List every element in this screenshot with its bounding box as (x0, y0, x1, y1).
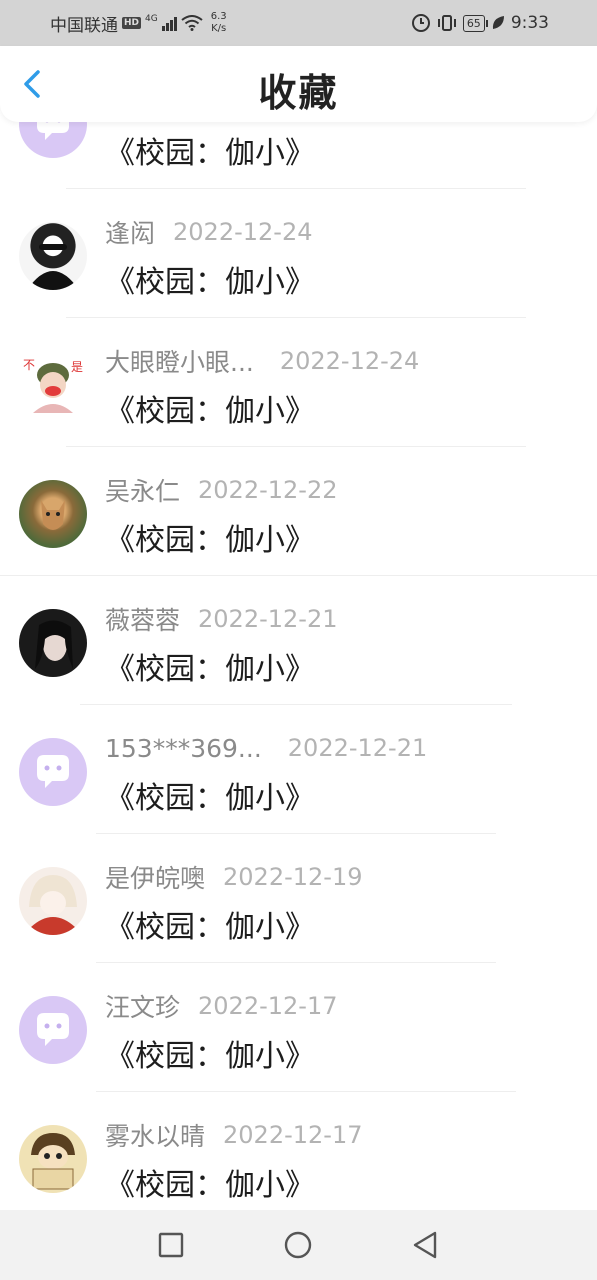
anime-girl-avatar (19, 867, 87, 935)
svg-text:是: 是 (71, 360, 83, 374)
favorite-date: 2022-12-24 (173, 218, 313, 246)
work-title: 《校园：伽小》 (105, 1168, 315, 1203)
work-title: 《校园：伽小》 (105, 136, 315, 171)
default-chat-avatar (19, 996, 87, 1064)
list-item[interactable]: 逢闳 2022-12-24 《校园：伽小》 (0, 189, 597, 318)
cartoon-helmet-avatar: 不是 (19, 351, 87, 419)
circle-icon (284, 1231, 312, 1259)
user-name: 薇蓉蓉 (105, 606, 181, 635)
work-title: 《校园：伽小》 (105, 910, 315, 945)
photo-girl-avatar (19, 609, 87, 677)
leaf-icon (492, 16, 504, 29)
favorite-date: 2022-12-17 (198, 992, 338, 1020)
photo-cougar-avatar (19, 480, 87, 548)
item-meta: 是伊皖噢 2022-12-19 (105, 859, 363, 895)
user-name: 大眼瞪小眼... (105, 348, 254, 377)
system-nav-bar (0, 1210, 597, 1280)
status-left: 中国联通 HD 4G 6.3 K/s (50, 0, 227, 46)
speed-readout: 6.3 K/s (211, 11, 227, 35)
home-button[interactable] (283, 1230, 313, 1260)
favorite-date: 2022-12-21 (287, 734, 428, 762)
favorite-date: 2022-12-19 (223, 863, 363, 891)
signal-icon (161, 15, 177, 31)
work-title: 《校园：伽小》 (105, 394, 315, 429)
svg-text:不: 不 (23, 358, 35, 372)
network-label: 4G (145, 14, 158, 24)
user-name: 逢闳 (105, 219, 156, 248)
speed-value: 6.3 (210, 11, 227, 22)
recents-button[interactable] (156, 1230, 186, 1260)
list-item[interactable]: 雾水以晴 2022-12-17 《校园：伽小》 (0, 1092, 597, 1221)
work-title: 《校园：伽小》 (105, 781, 315, 816)
speed-unit: K/s (211, 23, 227, 34)
work-title: 《校园：伽小》 (105, 652, 315, 687)
user-name: 汪文珍 (105, 993, 181, 1022)
user-name: 是伊皖噢 (105, 864, 206, 893)
work-title: 《校园：伽小》 (105, 523, 315, 558)
status-bar: 中国联通 HD 4G 6.3 K/s 65 9:33 (0, 0, 597, 46)
cartoon-sign-avatar (19, 1125, 87, 1193)
vibrate-icon (437, 15, 456, 31)
status-right: 65 9:33 (411, 0, 549, 46)
triangle-back-icon (413, 1231, 437, 1259)
favorite-date: 2022-12-22 (198, 476, 338, 504)
item-meta: 逢闳 2022-12-24 (105, 214, 313, 250)
favorite-date: 2022-12-24 (279, 347, 420, 375)
work-title: 《校园：伽小》 (105, 265, 315, 300)
list-item[interactable]: 吴永仁 2022-12-22 《校园：伽小》 (0, 447, 597, 576)
item-meta: 雾水以晴 2022-12-17 (105, 1117, 363, 1153)
carrier-label: 中国联通 (50, 15, 118, 36)
work-title: 《校园：伽小》 (105, 1039, 315, 1074)
default-chat-avatar (19, 738, 87, 806)
list-item[interactable]: 薇蓉蓉 2022-12-21 《校园：伽小》 (0, 576, 597, 705)
battery-icon: 65 (462, 14, 488, 32)
wifi-icon (181, 15, 203, 31)
favorite-date: 2022-12-21 (198, 605, 338, 633)
photo-sunglasses-avatar (19, 222, 87, 290)
square-icon (158, 1232, 184, 1258)
list-item[interactable]: 153***369... 2022-12-21 《校园：伽小》 (0, 705, 597, 834)
item-meta: 大眼瞪小眼... 2022-12-24 (105, 343, 419, 379)
hd-icon: HD (122, 17, 142, 29)
list-item[interactable]: 是伊皖噢 2022-12-19 《校园：伽小》 (0, 834, 597, 963)
user-name: 吴永仁 (105, 477, 181, 506)
item-meta: 153***369... 2022-12-21 (105, 730, 427, 766)
item-meta: 薇蓉蓉 2022-12-21 (105, 601, 338, 637)
back-nav-button[interactable] (410, 1230, 440, 1260)
app-header: 收藏 (0, 46, 597, 122)
list-item[interactable]: 汪文珍 2022-12-17 《校园：伽小》 (0, 963, 597, 1092)
user-name: 153***369... (105, 733, 262, 763)
user-name: 雾水以晴 (105, 1122, 206, 1151)
page-title: 收藏 (258, 71, 339, 115)
alarm-icon (411, 14, 430, 32)
favorite-date: 2022-12-17 (223, 1121, 363, 1149)
item-meta: 吴永仁 2022-12-22 (105, 472, 338, 508)
time-label: 9:33 (510, 13, 549, 33)
item-meta: 汪文珍 2022-12-17 (105, 988, 338, 1024)
list-item[interactable]: 不是 大眼瞪小眼... 2022-12-24 《校园：伽小》 (0, 318, 597, 447)
